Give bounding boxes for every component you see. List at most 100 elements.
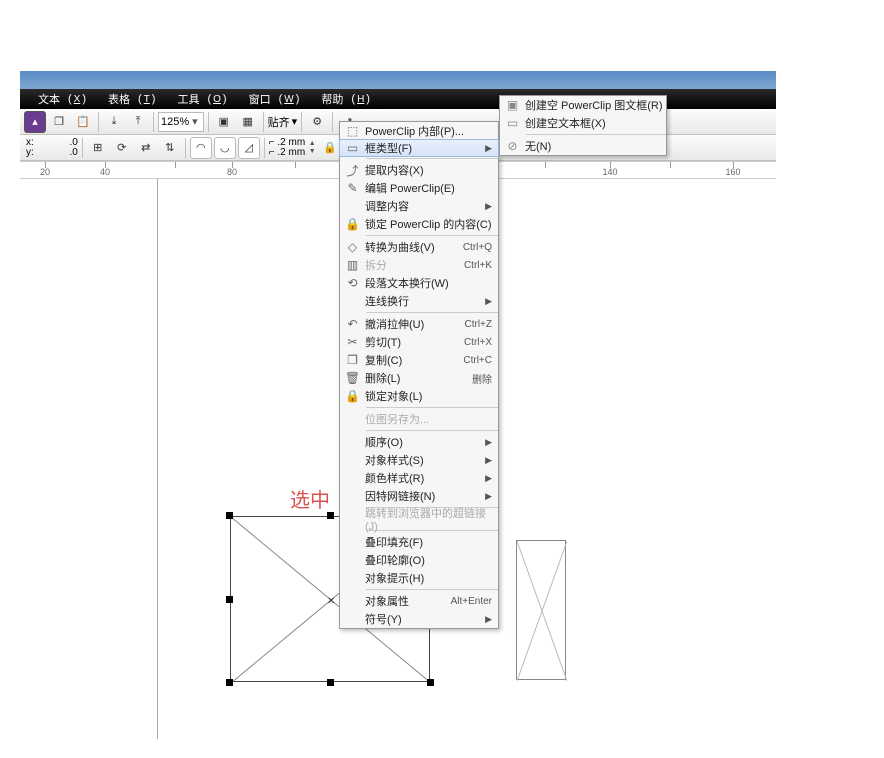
menu-item-label: 复制(C): [365, 352, 463, 368]
submenu-arrow-icon: ▶: [481, 614, 492, 625]
submenu-arrow-icon: ▶: [481, 201, 492, 212]
submenu-item[interactable]: ▣创建空 PowerClip 图文框(R): [500, 96, 666, 114]
menu-item-label: 撤消拉伸(U): [365, 316, 465, 332]
context-menu-item[interactable]: ◇转换为曲线(V)Ctrl+Q: [340, 238, 498, 256]
context-menu-item[interactable]: 🔒锁定对象(L): [340, 387, 498, 405]
corner-chamfer-icon[interactable]: ◿: [238, 137, 260, 159]
position-values[interactable]: .0.0: [38, 138, 78, 158]
context-menu-item[interactable]: 颜色样式(R)▶: [340, 469, 498, 487]
context-menu-item[interactable]: 顺序(O)▶: [340, 433, 498, 451]
corner-values[interactable]: ⌐ .2 mm ⌐ .2 mm: [269, 138, 305, 158]
handle-sw[interactable]: [226, 679, 233, 686]
context-menu-item[interactable]: 对象属性Alt+Enter: [340, 592, 498, 610]
placeholder-x-icon: [517, 541, 567, 681]
context-menu-item[interactable]: 叠印轮廓(O): [340, 551, 498, 569]
menu-item-label: 框类型(F): [365, 140, 481, 156]
separator: [301, 112, 302, 132]
tool-fullscreen-icon[interactable]: ▣: [213, 111, 235, 133]
handle-se[interactable]: [427, 679, 434, 686]
context-menu-item[interactable]: 连线换行▶: [340, 292, 498, 310]
mirror-v-icon[interactable]: ⇅: [159, 137, 181, 159]
menu-item-label: PowerClip 内部(P)...: [365, 123, 492, 139]
menu-separator: [366, 158, 498, 159]
menu-item-label: 调整内容: [365, 198, 481, 214]
menu-shortcut: Ctrl+Q: [463, 242, 492, 253]
tool-options-icon[interactable]: ⚙: [306, 111, 328, 133]
menu-shortcut: 删除: [472, 371, 492, 386]
menu-table[interactable]: 表格(T): [96, 89, 161, 109]
submenu-item[interactable]: ▭创建空文本框(X): [500, 114, 666, 132]
context-menu-item[interactable]: 🗑删除(L)删除: [340, 369, 498, 387]
ruler-label: 20: [40, 167, 50, 177]
menu-separator: [526, 134, 666, 135]
menu-item-label: 锁定对象(L): [365, 388, 492, 404]
context-menu-item[interactable]: ✂剪切(T)Ctrl+X: [340, 333, 498, 351]
handle-w[interactable]: [226, 596, 233, 603]
menu-separator: [366, 407, 498, 408]
context-menu-item[interactable]: 🔒锁定 PowerClip 的内容(C): [340, 215, 498, 233]
tool-arrow-icon[interactable]: ▴: [24, 111, 46, 133]
context-menu-item[interactable]: 符号(Y)▶: [340, 610, 498, 628]
menu-item-icon: ⊘: [500, 139, 525, 153]
menu-item-label: 符号(Y): [365, 611, 481, 627]
spin-buttons[interactable]: ▲▼: [307, 140, 317, 156]
context-menu-item[interactable]: ⟲段落文本换行(W): [340, 274, 498, 292]
lock-ratio-icon[interactable]: 🔒: [319, 137, 341, 159]
menu-item-icon: ▭: [500, 116, 525, 130]
ruler-tick: [670, 162, 671, 168]
snap-dropdown[interactable]: 贴齐 ▾: [268, 114, 298, 130]
context-menu-item[interactable]: ↶撤消拉伸(U)Ctrl+Z: [340, 315, 498, 333]
tool-paste-icon[interactable]: 📋: [72, 111, 94, 133]
ruler-tick: [545, 162, 546, 168]
menu-window[interactable]: 窗口(W): [237, 89, 306, 109]
size-icon: ⊞: [87, 137, 109, 159]
context-menu-item[interactable]: 调整内容▶: [340, 197, 498, 215]
menu-item-icon: ⟲: [340, 276, 365, 290]
frame-type-submenu: ▣创建空 PowerClip 图文框(R)▭创建空文本框(X) ⊘无(N): [499, 95, 667, 156]
context-menu-item[interactable]: ❐复制(C)Ctrl+C: [340, 351, 498, 369]
menu-help[interactable]: 帮助(H): [309, 89, 376, 109]
menu-item-label: 颜色样式(R): [365, 470, 481, 486]
context-menu-item[interactable]: ✎编辑 PowerClip(E): [340, 179, 498, 197]
ruler-label: 40: [100, 167, 110, 177]
corner-scallop-icon[interactable]: ◡: [214, 137, 236, 159]
menu-text[interactable]: 文本(X): [26, 89, 92, 109]
context-menu-item[interactable]: ▭框类型(F)▶: [339, 139, 499, 157]
context-menu-item: 跳转到浏览器中的超链接(J): [340, 510, 498, 528]
context-menu-item[interactable]: ⬚PowerClip 内部(P)...: [340, 122, 498, 140]
context-menu-item[interactable]: 叠印填充(F): [340, 533, 498, 551]
handle-n[interactable]: [327, 512, 334, 519]
rectangle-2[interactable]: [516, 540, 566, 680]
tool-grid-icon[interactable]: ▦: [237, 111, 259, 133]
vertical-guide: [157, 179, 158, 739]
submenu-item[interactable]: ⊘无(N): [500, 137, 666, 155]
menu-item-label: 对象属性: [365, 593, 451, 609]
context-menu-item: 位图另存为...: [340, 410, 498, 428]
context-menu-item[interactable]: 对象样式(S)▶: [340, 451, 498, 469]
menu-item-icon: ✎: [340, 181, 365, 195]
tool-export-icon[interactable]: ⤒: [127, 111, 149, 133]
tool-import-icon[interactable]: ⤓: [103, 111, 125, 133]
separator: [82, 138, 83, 158]
menu-item-label: 删除(L): [365, 370, 472, 386]
ruler-label: 160: [725, 167, 740, 177]
menu-item-label: 连线换行: [365, 293, 481, 309]
corner-round-icon[interactable]: ◠: [190, 137, 212, 159]
angle-icon[interactable]: ⟳: [111, 137, 133, 159]
tool-copy-icon[interactable]: ❐: [48, 111, 70, 133]
handle-nw[interactable]: [226, 512, 233, 519]
menu-separator: [366, 589, 498, 590]
context-menu-item[interactable]: 对象提示(H): [340, 569, 498, 587]
zoom-input[interactable]: 125%▾: [158, 112, 204, 132]
context-menu-item[interactable]: ⤴提取内容(X): [340, 161, 498, 179]
menu-tools[interactable]: 工具(O): [165, 89, 232, 109]
separator: [98, 112, 99, 132]
menu-separator: [366, 430, 498, 431]
menu-separator: [366, 235, 498, 236]
menu-shortcut: Ctrl+X: [464, 337, 492, 348]
handle-s[interactable]: [327, 679, 334, 686]
context-menu-item[interactable]: 因特网链接(N)▶: [340, 487, 498, 505]
mirror-h-icon[interactable]: ⇄: [135, 137, 157, 159]
menu-item-icon: 🔒: [340, 389, 365, 403]
submenu-arrow-icon: ▶: [481, 143, 492, 154]
